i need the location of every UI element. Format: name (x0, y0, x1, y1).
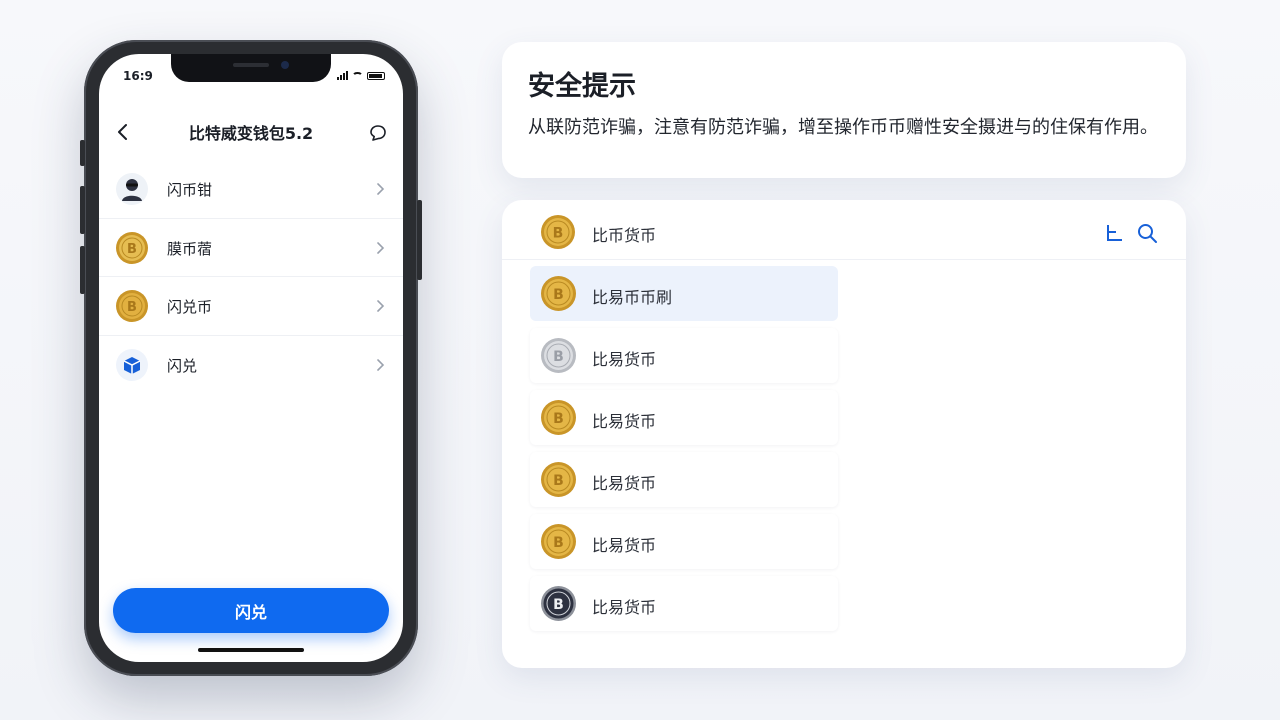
coin-label: 比易货币 (592, 598, 657, 617)
chevron-right-icon (377, 183, 385, 195)
status-time: 16:9 (123, 69, 153, 83)
list-item[interactable]: 闪兑 (99, 336, 403, 395)
phone-screen: 16:9 比特威变钱包5.2 闪币钳 B 膜币蓿 B 闪兑币 闪兑 闪兑 (99, 54, 403, 662)
coin-list-item[interactable]: B 比易货币 (530, 390, 838, 445)
coin-list-item[interactable]: B 比易货币 (530, 328, 838, 383)
chevron-right-icon (377, 358, 385, 371)
list-item-label: 膜币蓿 (167, 239, 213, 258)
avatar-icon (116, 173, 148, 205)
volume-up-button (80, 186, 85, 234)
coin-label: 比易货币 (592, 474, 657, 493)
svg-text:B: B (553, 473, 564, 489)
coin-label: 比易货币 (592, 350, 657, 369)
gold-coin-icon: B (541, 215, 575, 249)
security-tip-card: 安全提示 从联防范诈骗，注意有防范诈骗，增至操作币币赠性安全摄进与的住保有作用。 (502, 42, 1186, 178)
chevron-right-icon (377, 241, 385, 254)
gold-coin-icon: B (541, 524, 576, 559)
home-indicator (198, 648, 304, 652)
svg-text:B: B (553, 226, 564, 242)
list-item[interactable]: 闪币钳 (99, 160, 403, 219)
coin-list-item[interactable]: B 比易货币 (530, 514, 838, 569)
list-item[interactable]: B 闪兑币 (99, 277, 403, 336)
volume-down-button (80, 246, 85, 294)
sort-icon[interactable] (1104, 222, 1126, 244)
wifi-icon (352, 71, 363, 80)
silver-coin-icon: B (541, 338, 576, 373)
coin-list-item[interactable]: B 比易货币 (530, 576, 838, 631)
list-item-label: 闪币钳 (167, 181, 213, 199)
svg-text:B: B (127, 242, 137, 257)
coin-label: 比易货币 (592, 412, 657, 431)
svg-text:B: B (553, 287, 564, 303)
svg-text:B: B (553, 349, 564, 365)
coin-label: 比易币币刷 (592, 288, 673, 307)
battery-icon (367, 71, 385, 80)
gold-coin-icon: B (541, 276, 576, 311)
coin-list-header-label: 比币货币 (592, 226, 657, 245)
coin-list-item[interactable]: B 比易货币 (530, 452, 838, 507)
gold-coin-icon: B (541, 400, 576, 435)
wallet-list: 闪币钳 B 膜币蓿 B 闪兑币 闪兑 (99, 160, 403, 394)
gold-coin-icon: B (116, 231, 148, 264)
svg-text:B: B (553, 411, 564, 427)
mute-switch (80, 140, 85, 166)
coin-list-item[interactable]: B 比易币币刷 (530, 266, 838, 321)
chat-icon[interactable] (369, 124, 387, 142)
status-icons (337, 71, 385, 80)
security-tip-text: 从联防范诈骗，注意有防范诈骗，增至操作币币赠性安全摄进与的住保有作用。 (528, 117, 1158, 138)
coin-label: 比易货币 (592, 536, 657, 555)
blue-box-icon (116, 348, 148, 381)
svg-text:B: B (553, 597, 564, 613)
list-item[interactable]: B 膜币蓿 (99, 219, 403, 277)
security-tip-title: 安全提示 (528, 71, 636, 102)
camera-icon (281, 61, 289, 69)
list-item-label: 闪兑 (167, 356, 198, 375)
nav-bar: 比特威变钱包5.2 (99, 112, 403, 152)
stage: 16:9 比特威变钱包5.2 闪币钳 B 膜币蓿 B 闪兑币 闪兑 闪兑 安全提… (0, 0, 1280, 720)
list-item-label: 闪兑币 (167, 298, 213, 316)
gold-coin-icon: B (116, 290, 148, 322)
page-title: 比特威变钱包5.2 (188, 124, 314, 143)
speaker-grille (233, 63, 269, 67)
coin-list-header: B 比币货币 (502, 200, 1186, 260)
gold-coin-icon: B (541, 462, 576, 497)
phone-mockup: 16:9 比特威变钱包5.2 闪币钳 B 膜币蓿 B 闪兑币 闪兑 闪兑 (80, 40, 422, 676)
search-icon[interactable] (1136, 222, 1158, 244)
dark-coin-icon: B (541, 586, 576, 621)
svg-text:B: B (553, 535, 564, 551)
svg-text:B: B (127, 300, 137, 315)
chevron-right-icon (377, 300, 385, 312)
signal-icon (337, 71, 348, 80)
coin-list-card: B 比币货币 B 比易币币刷 B 比易货币 B 比易货币 B 比易货币 B 比易… (502, 200, 1186, 668)
notch (171, 54, 331, 82)
power-button (417, 200, 422, 280)
exchange-button[interactable]: 闪兑 (113, 588, 389, 633)
